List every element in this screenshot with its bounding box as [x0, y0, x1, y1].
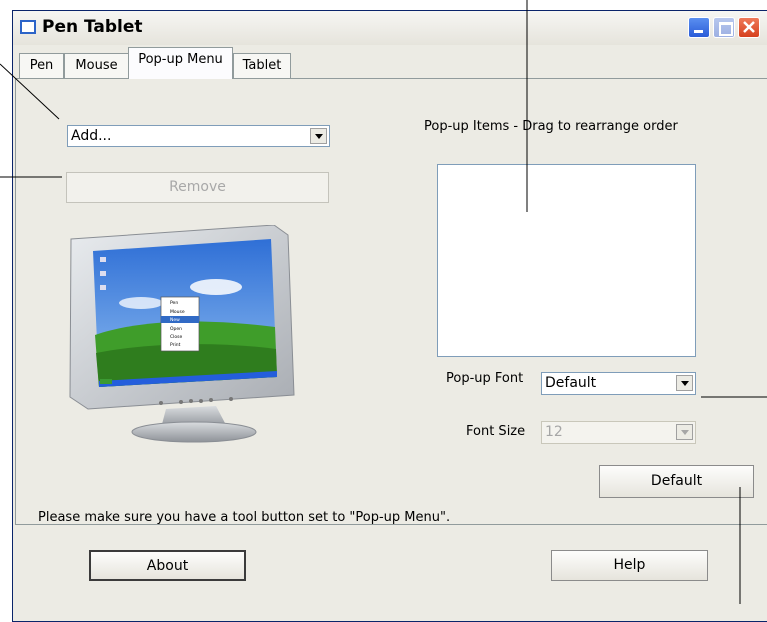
callout-lines [0, 0, 767, 604]
tab-popup-menu[interactable]: Pop-up Menu [128, 47, 233, 79]
callout-line [0, 63, 60, 120]
